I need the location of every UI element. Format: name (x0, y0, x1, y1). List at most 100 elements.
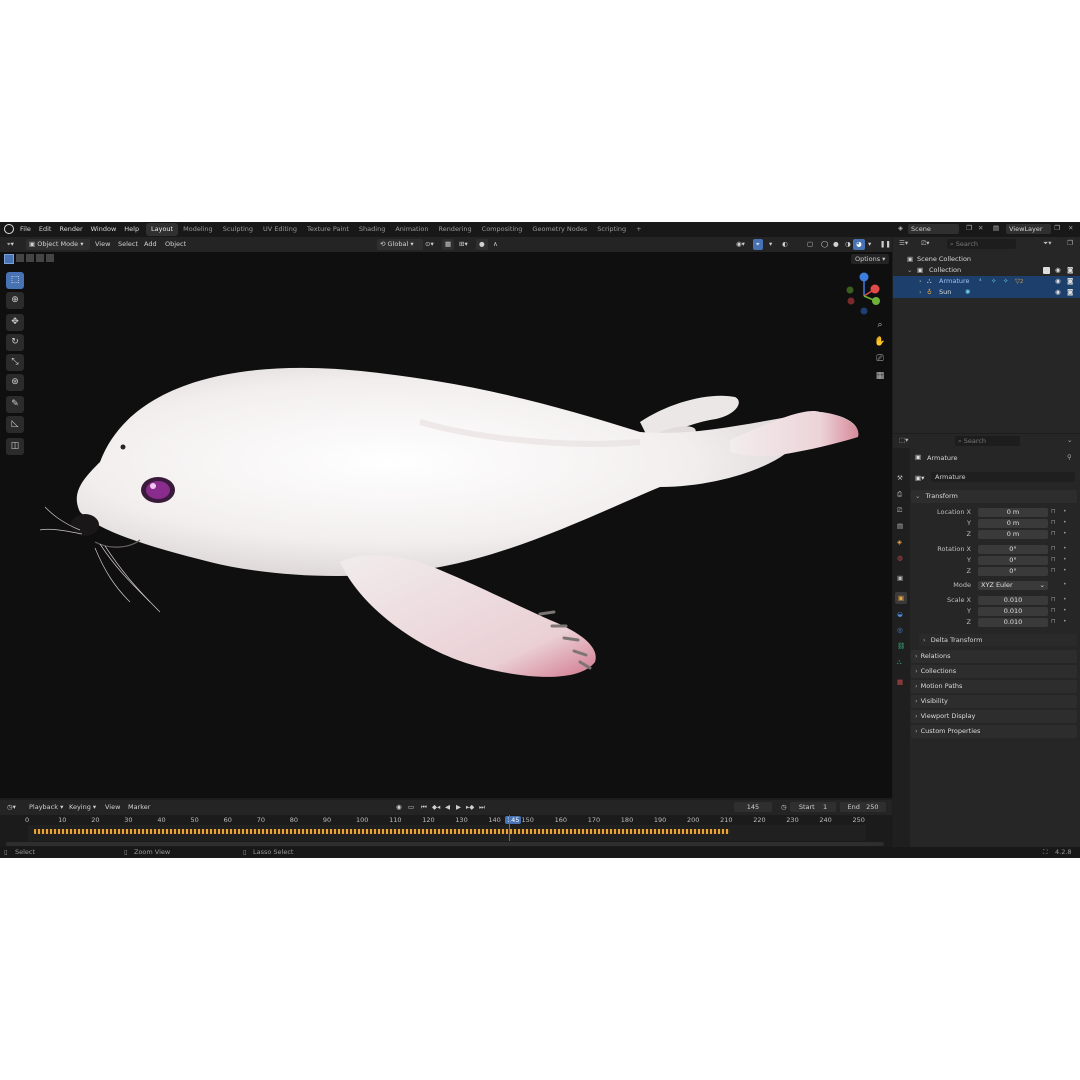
camera-icon[interactable]: ◙ (1067, 287, 1073, 298)
lock-icon[interactable]: ⊓ (1051, 545, 1056, 552)
start-frame-field[interactable]: Start 1 (790, 802, 836, 812)
shading-options-icon[interactable]: ▾ (865, 239, 874, 250)
auto-key-icon[interactable]: ◉ (393, 802, 405, 813)
rotation-z-field[interactable]: 0° (978, 567, 1048, 576)
keyframe-dot-icon[interactable]: • (1063, 581, 1067, 588)
transform-panel-header[interactable]: ⌄ Transform (911, 490, 1077, 503)
location-y-field[interactable]: 0 m (978, 519, 1048, 528)
close-scene-icon[interactable]: ✕ (978, 224, 983, 232)
play-reverse-icon[interactable]: ◀ (442, 802, 453, 813)
properties-search-input[interactable]: ⌕ Search (955, 436, 1020, 446)
physics-tab-icon[interactable]: ◎ (897, 626, 903, 634)
outliner-row-sun[interactable]: › ♁ Sun ✺ ◉ ◙ (893, 287, 1080, 298)
outliner-editor-icon[interactable]: ☰▾ (899, 239, 908, 247)
collection-checkbox[interactable] (1043, 267, 1050, 274)
eye-icon[interactable]: ◉ (1055, 287, 1061, 298)
tab-layout[interactable]: Layout (146, 223, 179, 236)
tool-move[interactable]: ✥ (6, 314, 24, 331)
lock-icon[interactable]: ⊓ (1051, 508, 1056, 515)
tab-sculpting[interactable]: Sculpting (218, 223, 258, 236)
view-layer-icon[interactable]: ▤ (993, 224, 999, 232)
clock-icon[interactable]: ◷ (778, 802, 790, 813)
timeline-area[interactable]: 0 10 20 30 40 50 60 70 80 90 100 110 120 130 140 145 150… (0, 815, 892, 848)
keying-set-icon[interactable]: ▭ (405, 802, 417, 813)
scale-x-field[interactable]: 0.010 (978, 596, 1048, 605)
frame-ruler[interactable]: 0 10 20 30 40 50 60 70 80 90 100 110 120 130 140 145 150… (0, 815, 892, 825)
texture-tab-icon[interactable]: ▦ (897, 678, 903, 686)
location-z-field[interactable]: 0 m (978, 530, 1048, 539)
tool-measure[interactable]: ◺ (6, 416, 24, 433)
add-workspace-button[interactable]: + (631, 223, 646, 236)
keyframe-dot-icon[interactable]: • (1063, 519, 1067, 526)
menu-edit[interactable]: Edit (35, 222, 56, 237)
select-intersect-icon[interactable] (46, 254, 54, 262)
keyframe-dot-icon[interactable]: • (1063, 596, 1067, 603)
camera-view-icon[interactable]: ⎚ (873, 352, 887, 366)
properties-editor-icon[interactable]: ⬚▾ (899, 436, 908, 444)
tab-animation[interactable]: Animation (390, 223, 433, 236)
keyframe-dot-icon[interactable]: • (1063, 567, 1067, 574)
tool-tab-icon[interactable]: ⚒ (897, 474, 903, 482)
collection-tab-icon[interactable]: ▣ (897, 574, 903, 582)
properties-options-icon[interactable]: ⌄ (1067, 436, 1072, 444)
world-tab-icon[interactable]: ◍ (897, 554, 903, 562)
menu-file[interactable]: File (16, 222, 35, 237)
view-layer-tab-icon[interactable]: ▤ (897, 522, 903, 530)
tab-rendering[interactable]: Rendering (433, 223, 476, 236)
expand-arrow-icon[interactable]: › (919, 276, 922, 287)
outliner-row-collection[interactable]: ⌄ ▣ Collection ◉ ◙ (893, 265, 1080, 276)
current-frame-field[interactable]: 145 (734, 802, 772, 812)
keyframe-dot-icon[interactable]: • (1063, 556, 1067, 563)
timeline-editor-icon[interactable]: ◷▾ (4, 802, 19, 813)
expand-arrow-icon[interactable]: › (919, 287, 922, 298)
seal-model[interactable] (40, 362, 870, 692)
timeline-scrollbar[interactable] (6, 842, 884, 846)
modifiers-tab-icon[interactable]: ◒ (897, 610, 903, 618)
mode-selector[interactable]: ▣ Object Mode ▾ (26, 239, 90, 250)
visibility-icon[interactable]: ◉▾ (733, 239, 748, 250)
menu-select[interactable]: Select (115, 239, 141, 250)
tool-select-box[interactable]: ⬚ (6, 272, 24, 289)
collapse-arrow-icon[interactable]: ⌄ (907, 265, 912, 276)
gizmo-options-icon[interactable]: ▾ (766, 239, 775, 250)
tab-texture-paint[interactable]: Texture Paint (302, 223, 354, 236)
pause-icon[interactable]: ❚❚ (877, 239, 894, 250)
delta-transform-subpanel[interactable]: › Delta Transform (919, 634, 1077, 646)
rotation-y-field[interactable]: 0° (978, 556, 1048, 565)
new-collection-icon[interactable]: ❐ (1067, 239, 1073, 247)
panel-custom-properties[interactable]: › Custom Properties (911, 725, 1077, 738)
falloff-icon[interactable]: ∧ (490, 239, 501, 250)
keyframe-dot-icon[interactable]: • (1063, 618, 1067, 625)
scene-tab-icon[interactable]: ◈ (897, 538, 902, 546)
snap-icon[interactable]: ▦ (442, 239, 455, 250)
playhead-line[interactable] (509, 815, 510, 841)
tool-add-cube[interactable]: ◫ (6, 438, 24, 455)
rendered-shading-icon[interactable]: ◕ (853, 239, 865, 250)
scale-z-field[interactable]: 0.010 (978, 618, 1048, 627)
output-tab-icon[interactable]: ⎚ (897, 506, 902, 515)
select-invert-icon[interactable] (36, 254, 44, 262)
playback-menu[interactable]: Playback ▾ (26, 802, 66, 813)
zoom-icon[interactable]: ⌕ (873, 318, 887, 332)
select-extend-icon[interactable] (16, 254, 24, 262)
rotation-x-field[interactable]: 0° (978, 545, 1048, 554)
pan-hand-icon[interactable]: ✋ (873, 335, 887, 349)
end-frame-field[interactable]: End 250 (840, 802, 886, 812)
menu-render[interactable]: Render (55, 222, 86, 237)
outliner-row-armature[interactable]: › ⛬ Armature ⁴ ✧ ✧ ▽2 ◉ ◙ (893, 276, 1080, 287)
outliner-search-input[interactable]: ⌕ Search (947, 239, 1016, 249)
object-data-tab-icon[interactable]: ⛬ (897, 658, 902, 667)
proportional-edit-icon[interactable]: ● (476, 239, 488, 250)
eye-icon[interactable]: ◉ (1055, 276, 1061, 287)
lock-icon[interactable]: ⊓ (1051, 519, 1056, 526)
orientation-selector[interactable]: ⟲ Global ▾ (377, 239, 423, 250)
material-shading-icon[interactable]: ◑ (842, 239, 854, 250)
select-box-icon[interactable] (4, 254, 14, 264)
object-name-field[interactable]: Armature (931, 472, 1075, 482)
keyframe-dot-icon[interactable]: • (1063, 607, 1067, 614)
lock-icon[interactable]: ⊓ (1051, 618, 1056, 625)
location-x-field[interactable]: 0 m (978, 508, 1048, 517)
solid-shading-icon[interactable]: ● (830, 239, 842, 250)
panel-relations[interactable]: › Relations (911, 650, 1077, 663)
select-mode-buttons[interactable] (4, 254, 58, 264)
